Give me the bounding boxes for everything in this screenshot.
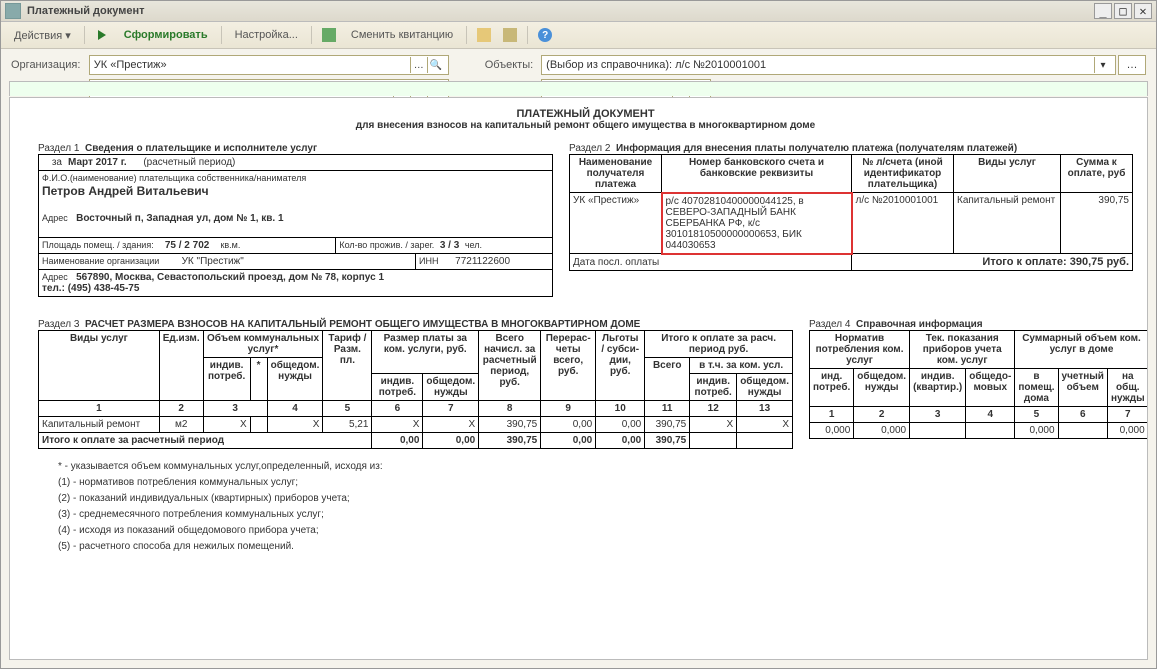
actions-menu[interactable]: Действия ▾ — [7, 26, 78, 45]
app-window: Платежный документ _ □ ✕ Действия ▾ Сфор… — [0, 0, 1157, 669]
objects-more-button[interactable]: … — [1118, 55, 1146, 75]
org-select-button[interactable]: … — [410, 57, 427, 73]
titlebar: Платежный документ _ □ ✕ — [1, 1, 1156, 22]
form-button[interactable]: Сформировать — [117, 26, 215, 44]
separator — [466, 26, 467, 44]
section-1: Раздел 1 Сведения о плательщике и исполн… — [38, 137, 553, 297]
toolbar: Действия ▾ Сформировать Настройка... Сме… — [1, 22, 1156, 49]
doc-subtitle: для внесения взносов на капитальный ремо… — [38, 120, 1133, 131]
objects-dropdown-icon[interactable]: ▾ — [1094, 57, 1111, 73]
section-4: Раздел 4 Справочная информация Норматив … — [809, 313, 1148, 439]
ruler — [9, 81, 1148, 96]
app-icon — [5, 3, 21, 19]
separator — [527, 26, 528, 44]
document-area: ПЛАТЕЖНЫЙ ДОКУМЕНТ для внесения взносов … — [9, 97, 1148, 660]
change-receipt-button[interactable]: Сменить квитанцию — [344, 26, 460, 44]
doc-title: ПЛАТЕЖНЫЙ ДОКУМЕНТ — [38, 108, 1133, 120]
tool-icon-1[interactable] — [473, 24, 495, 46]
run-icon[interactable] — [91, 24, 113, 46]
close-button[interactable]: ✕ — [1134, 3, 1152, 19]
section-3: Раздел 3 РАСЧЕТ РАЗМЕРА ВЗНОСОВ НА КАПИТ… — [38, 313, 793, 449]
bank-details-highlighted: р/с 40702810400000044125, в СЕВЕРО-ЗАПАД… — [662, 193, 852, 254]
objects-label: Объекты: — [485, 59, 533, 71]
org-label: Организация: — [11, 59, 81, 71]
section-2: Раздел 2 Информация для внесения платы п… — [569, 137, 1133, 271]
settings-button[interactable]: Настройка... — [228, 26, 305, 44]
help-icon[interactable]: ? — [534, 24, 556, 46]
objects-input[interactable]: (Выбор из справочника): л/с №2010001001 … — [541, 55, 1116, 75]
maximize-button[interactable]: □ — [1114, 3, 1132, 19]
receipt-icon[interactable] — [318, 24, 340, 46]
separator — [311, 26, 312, 44]
minimize-button[interactable]: _ — [1094, 3, 1112, 19]
footnotes: * - указывается объем коммунальных услуг… — [38, 459, 1133, 555]
separator — [221, 26, 222, 44]
org-search-icon[interactable]: 🔍 — [427, 57, 444, 73]
org-input[interactable]: УК «Престиж» … 🔍 — [89, 55, 449, 75]
tool-icon-2[interactable] — [499, 24, 521, 46]
separator — [84, 26, 85, 44]
window-title: Платежный документ — [27, 5, 1092, 17]
